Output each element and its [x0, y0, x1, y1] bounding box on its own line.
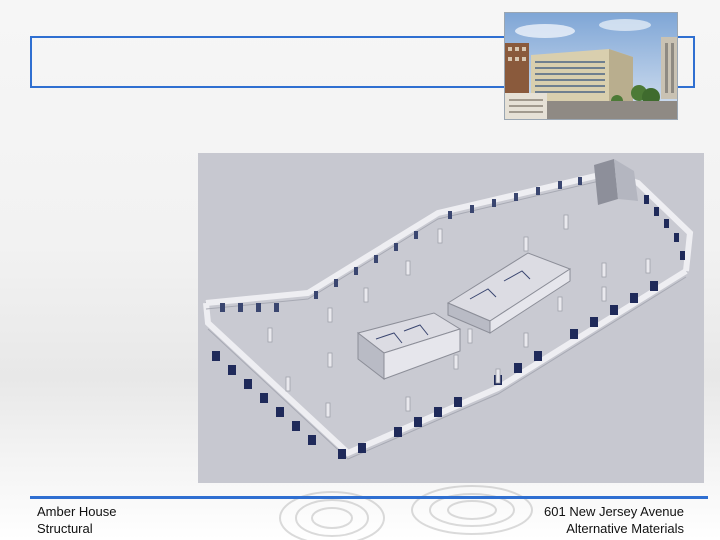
building-photo-icon	[505, 13, 677, 119]
footer-address: 601 New Jersey Avenue	[544, 504, 684, 519]
decorative-swirl-icon	[279, 485, 533, 540]
footer-project-name: Amber House	[37, 504, 117, 519]
footer-divider	[30, 496, 708, 499]
footer-topic: Alternative Materials	[566, 521, 684, 536]
footer-right: 601 New Jersey Avenue Alternative Materi…	[544, 503, 684, 537]
footer-discipline: Structural	[37, 521, 93, 536]
floor-plan-figure	[198, 153, 704, 483]
footer-left: Amber House Structural	[37, 503, 116, 537]
3d-floor-plan-model-icon	[198, 153, 704, 483]
building-photo	[504, 12, 678, 120]
